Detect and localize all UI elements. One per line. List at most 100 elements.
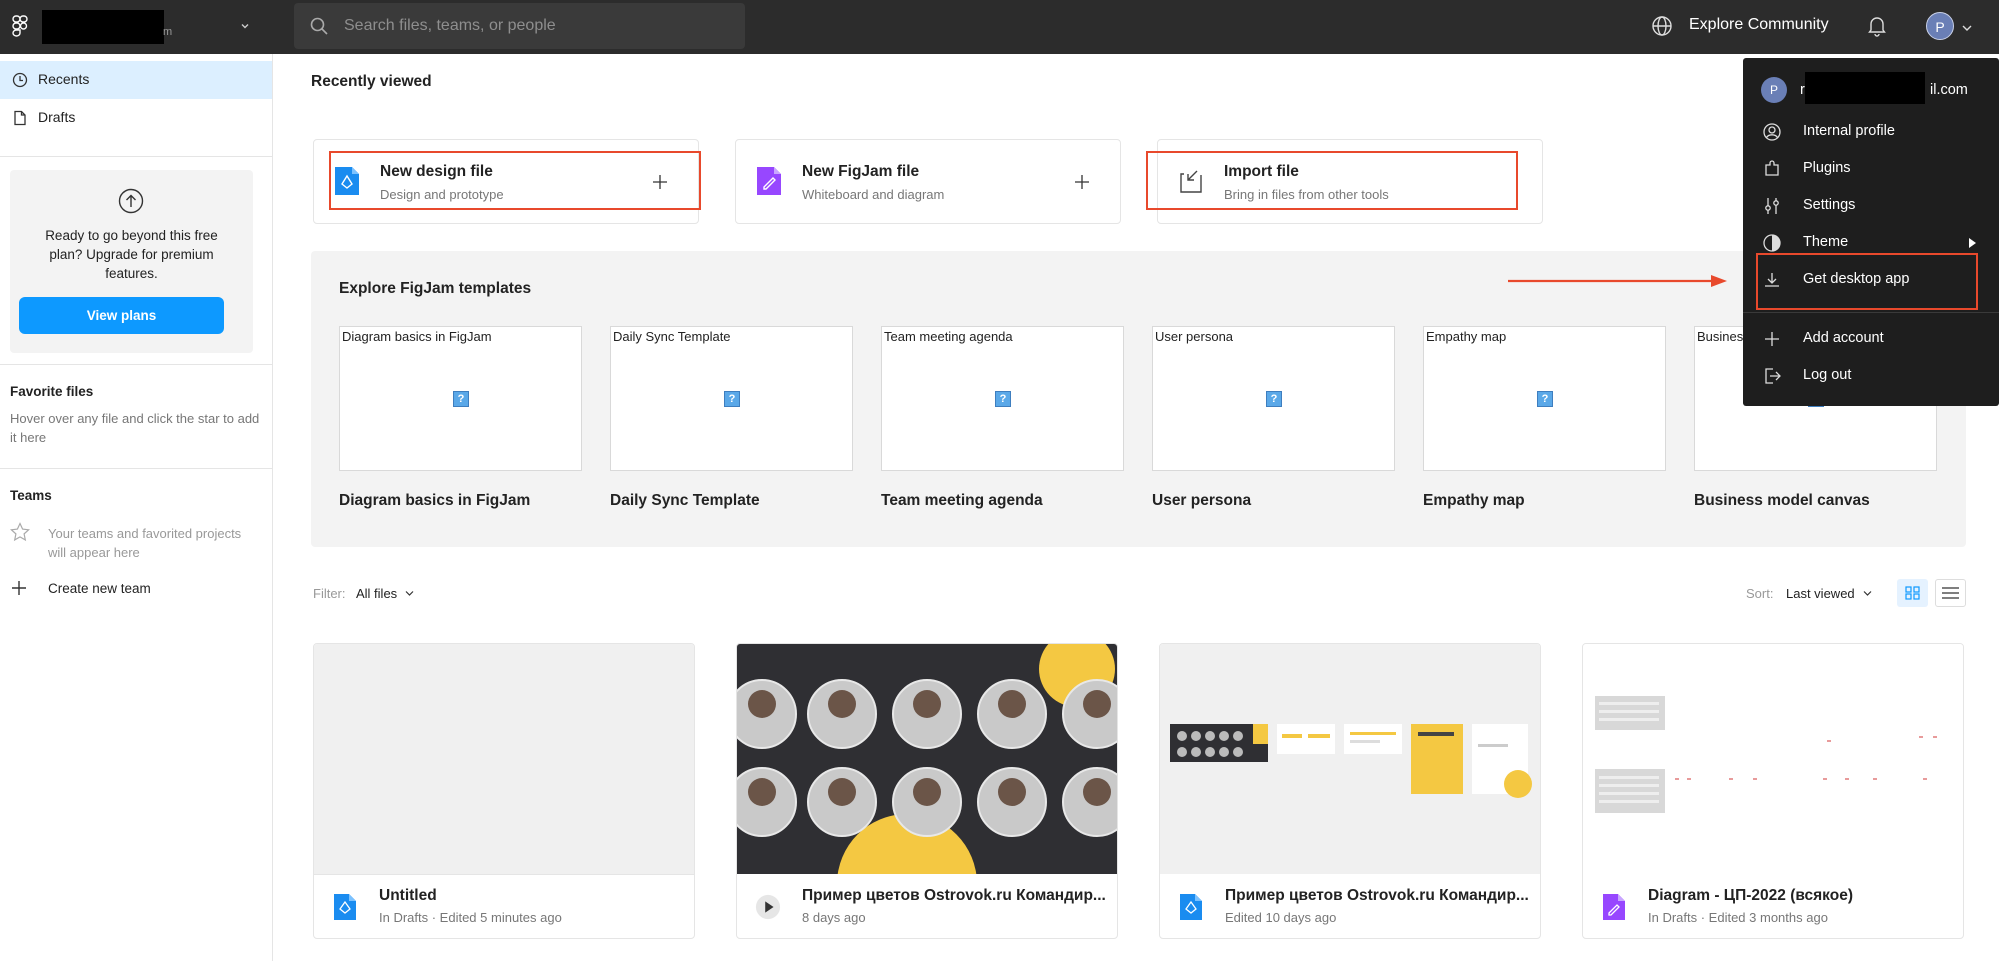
plus-icon[interactable] bbox=[1074, 174, 1090, 190]
file-card[interactable]: Untitled In Drafts · Edited 5 minutes ag… bbox=[313, 643, 695, 939]
filter-dropdown[interactable]: All files bbox=[356, 586, 397, 601]
figjam-file-icon bbox=[757, 167, 781, 195]
template-name: Daily Sync Template bbox=[610, 492, 760, 509]
chevron-down-icon[interactable] bbox=[405, 590, 414, 597]
avatar: P bbox=[1761, 77, 1787, 103]
menu-item-label: Add account bbox=[1803, 330, 1884, 346]
arrow-up-circle-icon bbox=[118, 188, 144, 214]
grid-view-button[interactable] bbox=[1897, 579, 1928, 607]
avatar[interactable]: P bbox=[1926, 12, 1954, 40]
email-redacted bbox=[1805, 72, 1925, 104]
sidebar-item-label: Drafts bbox=[38, 109, 76, 125]
file-icon bbox=[14, 110, 26, 126]
sidebar-item-recents[interactable]: Recents bbox=[0, 61, 272, 99]
template-thumbnail[interactable]: Empathy map ? bbox=[1423, 326, 1666, 471]
missing-image-icon: ? bbox=[1537, 391, 1553, 407]
template-thumbnail[interactable]: Diagram basics in FigJam ? bbox=[339, 326, 582, 471]
file-card[interactable]: Пример цветов Ostrovok.ru Командир... 8 … bbox=[736, 643, 1118, 939]
file-card[interactable]: Пример цветов Ostrovok.ru Командир... Ed… bbox=[1159, 643, 1541, 939]
design-file-icon bbox=[1180, 894, 1202, 920]
menu-item-label: Plugins bbox=[1803, 160, 1851, 176]
divider bbox=[0, 468, 272, 469]
figjam-templates-panel: Explore FigJam templates Diagram basics … bbox=[311, 251, 1966, 547]
divider bbox=[0, 156, 272, 157]
favorite-files-heading: Favorite files bbox=[10, 384, 94, 399]
logout-icon bbox=[1765, 368, 1781, 384]
missing-image-icon: ? bbox=[453, 391, 469, 407]
highlight-box bbox=[1756, 253, 1978, 310]
file-name: Untitled bbox=[379, 887, 437, 904]
top-bar: m Explore Community P bbox=[0, 0, 1999, 54]
file-name: Diagram - ЦП-2022 (всякое) bbox=[1648, 887, 1853, 904]
file-thumbnail bbox=[314, 644, 694, 874]
globe-icon[interactable] bbox=[1651, 15, 1673, 37]
figma-logo-icon[interactable] bbox=[12, 15, 28, 37]
figjam-file-icon bbox=[1603, 894, 1625, 920]
teams-heading: Teams bbox=[10, 488, 52, 503]
thumbnail-label: Busines bbox=[1697, 329, 1744, 344]
plus-icon bbox=[1765, 332, 1779, 346]
play-icon[interactable] bbox=[755, 893, 781, 921]
plus-icon bbox=[12, 581, 26, 595]
star-icon bbox=[10, 522, 30, 542]
upgrade-text: Ready to go beyond this free plan? Upgra… bbox=[45, 228, 218, 281]
menu-item-label: Internal profile bbox=[1803, 123, 1895, 139]
sort-label: Sort: bbox=[1746, 586, 1774, 601]
create-new-team-button[interactable]: Create new team bbox=[48, 581, 151, 596]
file-name: Пример цветов Ostrovok.ru Командир... bbox=[1225, 887, 1529, 904]
menu-item-log-out[interactable]: Log out bbox=[1743, 357, 1999, 394]
chevron-down-icon[interactable] bbox=[1961, 23, 1973, 33]
search-input[interactable] bbox=[344, 3, 734, 49]
card-title: New FigJam file bbox=[802, 163, 920, 180]
menu-item-label: Theme bbox=[1803, 234, 1849, 250]
template-thumbnail[interactable]: Daily Sync Template ? bbox=[610, 326, 853, 471]
template-name: Business model canvas bbox=[1694, 492, 1870, 509]
file-meta: In Drafts · Edited 3 months ago bbox=[1648, 910, 1828, 925]
chevron-down-icon[interactable] bbox=[1863, 590, 1872, 597]
file-meta: 8 days ago bbox=[802, 910, 866, 925]
template-name: Diagram basics in FigJam bbox=[339, 492, 531, 509]
thumbnail-label: Team meeting agenda bbox=[884, 329, 1013, 344]
design-file-icon bbox=[334, 894, 356, 920]
teams-hint: Your teams and favorited projects will a… bbox=[48, 526, 242, 560]
chevron-down-icon[interactable] bbox=[238, 19, 252, 33]
menu-item-settings[interactable]: Settings bbox=[1743, 187, 1999, 224]
template-thumbnail[interactable]: User persona ? bbox=[1152, 326, 1395, 471]
annotation-arrow bbox=[1508, 275, 1727, 287]
account-menu: P r il.com Internal profile Plugins Sett… bbox=[1743, 58, 1999, 406]
menu-item-internal-profile[interactable]: Internal profile bbox=[1743, 113, 1999, 150]
new-figjam-file-card[interactable]: New FigJam file Whiteboard and diagram bbox=[735, 139, 1121, 224]
explore-community-link[interactable]: Explore Community bbox=[1689, 16, 1829, 34]
search-icon bbox=[310, 17, 328, 35]
grid-icon bbox=[1905, 586, 1920, 600]
template-name: User persona bbox=[1152, 492, 1252, 509]
file-thumbnail bbox=[737, 644, 1117, 874]
missing-image-icon: ? bbox=[724, 391, 740, 407]
workspace-name-redacted[interactable] bbox=[42, 10, 164, 44]
bell-icon[interactable] bbox=[1867, 15, 1887, 37]
sidebar-item-drafts[interactable]: Drafts bbox=[0, 99, 272, 137]
workspace-name-suffix: m bbox=[163, 26, 173, 38]
file-meta: Edited 10 days ago bbox=[1225, 910, 1337, 925]
file-name: Пример цветов Ostrovok.ru Командир... bbox=[802, 887, 1106, 904]
chevron-right-icon bbox=[1969, 238, 1976, 248]
filter-label: Filter: bbox=[313, 586, 346, 601]
search-bar[interactable] bbox=[294, 3, 745, 49]
template-name: Empathy map bbox=[1423, 492, 1525, 509]
thumbnail-label: Empathy map bbox=[1426, 329, 1507, 344]
list-view-button[interactable] bbox=[1935, 579, 1966, 607]
favorite-files-hint: Hover over any file and click the star t… bbox=[10, 411, 260, 445]
view-plans-button[interactable]: View plans bbox=[19, 297, 224, 334]
menu-divider bbox=[1743, 312, 1999, 313]
sidebar-item-label: Recents bbox=[38, 71, 90, 87]
highlight-box bbox=[329, 151, 701, 210]
thumbnail-label: User persona bbox=[1155, 329, 1234, 344]
sort-dropdown[interactable]: Last viewed bbox=[1786, 586, 1855, 601]
menu-item-plugins[interactable]: Plugins bbox=[1743, 150, 1999, 187]
menu-item-add-account[interactable]: Add account bbox=[1743, 320, 1999, 357]
user-circle-icon bbox=[1763, 123, 1781, 141]
file-card[interactable]: Diagram - ЦП-2022 (всякое) In Drafts · E… bbox=[1582, 643, 1964, 939]
thumbnail-label: Diagram basics in FigJam bbox=[342, 329, 492, 344]
card-subtitle: Whiteboard and diagram bbox=[802, 187, 945, 202]
template-thumbnail[interactable]: Team meeting agenda ? bbox=[881, 326, 1124, 471]
